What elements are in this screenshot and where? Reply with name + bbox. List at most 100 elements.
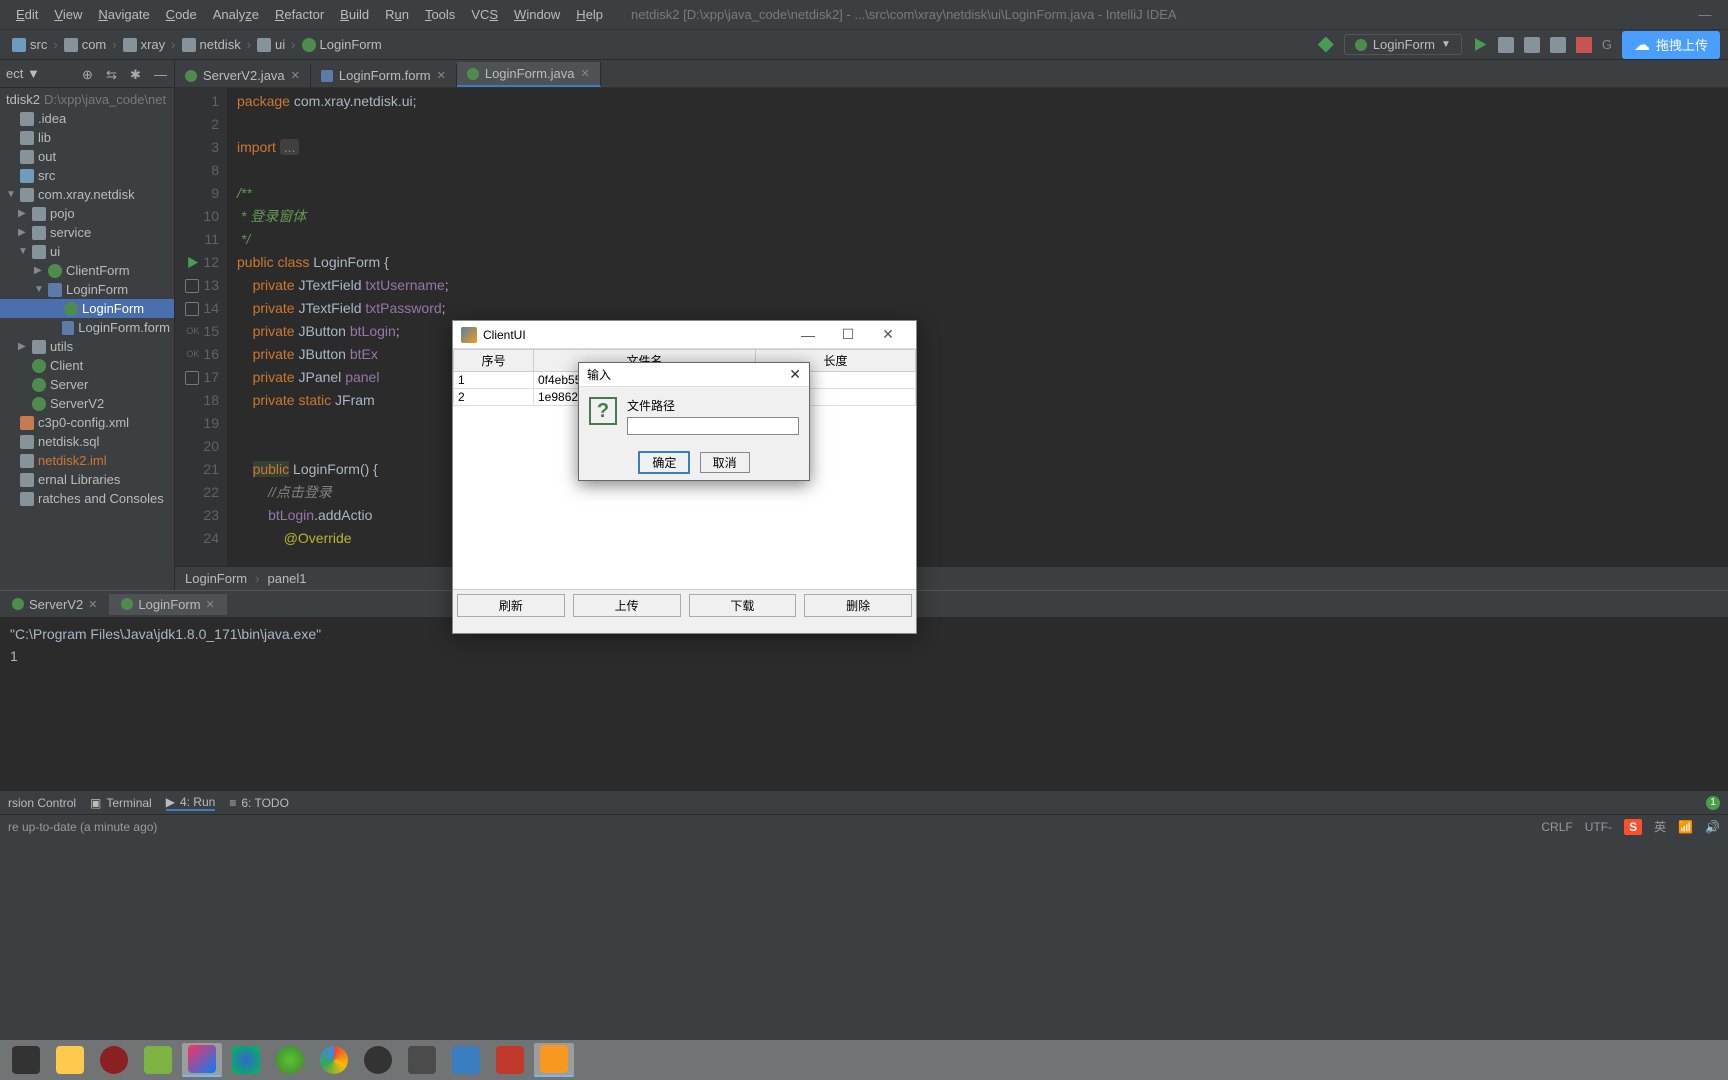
start-button[interactable]	[6, 1043, 46, 1077]
menu-analyze[interactable]: Analyze	[205, 3, 267, 26]
hide-icon[interactable]: —	[154, 67, 168, 81]
tree-item-com-xray-netdisk[interactable]: ▼com.xray.netdisk	[0, 185, 174, 204]
editor-tab-ServerV2-java[interactable]: ServerV2.java✕	[175, 64, 311, 87]
taskbar-xshell[interactable]	[490, 1043, 530, 1077]
ok-button[interactable]: 确定	[638, 451, 690, 474]
dialog-titlebar[interactable]: 输入 ✕	[579, 363, 809, 387]
project-label[interactable]: ect ▼	[6, 66, 40, 81]
file-encoding[interactable]: UTF-	[1585, 820, 1612, 834]
delete-button[interactable]: 删除	[804, 594, 912, 617]
menu-vcs[interactable]: VCS	[463, 3, 506, 26]
taskbar-app-3[interactable]	[138, 1043, 178, 1077]
menu-run[interactable]: Run	[377, 3, 417, 26]
run-button[interactable]	[1472, 37, 1488, 53]
taskbar-edge[interactable]	[226, 1043, 266, 1077]
debug-button[interactable]	[1498, 37, 1514, 53]
tree-item-client[interactable]: Client	[0, 356, 174, 375]
run-tab-LoginForm[interactable]: LoginForm✕	[109, 594, 226, 615]
menu-bar: Edit View Navigate Code Analyze Refactor…	[0, 0, 1728, 30]
minimize-button[interactable]: —	[788, 327, 828, 343]
bc-netdisk[interactable]: netdisk	[178, 35, 245, 54]
menu-code[interactable]: Code	[158, 3, 205, 26]
menu-refactor[interactable]: Refactor	[267, 3, 332, 26]
volume-icon[interactable]: 🔊	[1705, 820, 1720, 834]
line-separator[interactable]: CRLF	[1541, 820, 1572, 834]
run-config-label: LoginForm	[1373, 37, 1435, 52]
tree-item-ernal-libraries[interactable]: ernal Libraries	[0, 470, 174, 489]
editor-tab-LoginForm-java[interactable]: LoginForm.java✕	[457, 62, 601, 87]
taskbar-sublime[interactable]	[402, 1043, 442, 1077]
upload-button[interactable]: 上传	[573, 594, 681, 617]
bc-ui[interactable]: ui	[253, 35, 289, 54]
taskbar-app-8[interactable]	[446, 1043, 486, 1077]
menu-tools[interactable]: Tools	[417, 3, 463, 26]
tree-item-clientform[interactable]: ▶ClientForm	[0, 261, 174, 280]
taskbar-explorer[interactable]	[50, 1043, 90, 1077]
tree-item-ratches-and-consoles[interactable]: ratches and Consoles	[0, 489, 174, 508]
taskbar-app-2[interactable]	[94, 1043, 134, 1077]
client-ui-titlebar[interactable]: ClientUI — ☐ ✕	[453, 321, 916, 349]
editor-breadcrumb[interactable]: LoginForm › panel1	[175, 566, 1728, 590]
menu-navigate[interactable]: Navigate	[90, 3, 157, 26]
cancel-button[interactable]: 取消	[700, 452, 750, 473]
taskbar-app-5[interactable]	[270, 1043, 310, 1077]
bc-src[interactable]: src	[8, 35, 51, 54]
tree-item-loginform-form[interactable]: LoginForm.form	[0, 318, 174, 337]
menu-build[interactable]: Build	[332, 3, 377, 26]
stop-button[interactable]	[1576, 37, 1592, 53]
drag-upload-button[interactable]: ☁ 拖拽上传	[1622, 31, 1720, 59]
menu-help[interactable]: Help	[568, 3, 611, 26]
bc-xray[interactable]: xray	[119, 35, 170, 54]
taskbar-qq[interactable]	[358, 1043, 398, 1077]
col-index[interactable]: 序号	[454, 350, 534, 372]
tree-item-netdisk-sql[interactable]: netdisk.sql	[0, 432, 174, 451]
terminal-tool[interactable]: ▣ Terminal	[90, 796, 152, 810]
editor-gutter[interactable]: 123891011121314OK15OK161718192021222324	[175, 88, 227, 566]
tree-item-loginform[interactable]: LoginForm	[0, 299, 174, 318]
collapse-icon[interactable]: ⇆	[106, 67, 120, 81]
run-tab-ServerV2[interactable]: ServerV2✕	[0, 594, 109, 615]
file-path-input[interactable]	[627, 417, 799, 435]
menu-edit[interactable]: Edit	[8, 3, 46, 26]
tree-item-lib[interactable]: lib	[0, 128, 174, 147]
project-tree[interactable]: tdisk2 D:\xpp\java_code\net.idealiboutsr…	[0, 88, 174, 510]
profiler-button[interactable]	[1550, 37, 1566, 53]
build-icon[interactable]	[1318, 37, 1334, 53]
tree-item-service[interactable]: ▶service	[0, 223, 174, 242]
menu-window[interactable]: Window	[506, 3, 568, 26]
todo-tool[interactable]: ≡ 6: TODO	[229, 796, 289, 810]
close-button[interactable]: ✕	[868, 326, 908, 343]
tree-item-ui[interactable]: ▼ui	[0, 242, 174, 261]
run-tool[interactable]: ▶ 4: Run	[166, 795, 216, 811]
tree-item-serverv2[interactable]: ServerV2	[0, 394, 174, 413]
coverage-button[interactable]	[1524, 37, 1540, 53]
minimize-button[interactable]: —	[1690, 7, 1720, 22]
ime-lang: 英	[1654, 818, 1666, 835]
tree-item-src[interactable]: src	[0, 166, 174, 185]
locate-icon[interactable]: ⊕	[82, 67, 96, 81]
taskbar-java[interactable]	[534, 1043, 574, 1077]
tree-item-c3p0-config-xml[interactable]: c3p0-config.xml	[0, 413, 174, 432]
event-log-badge[interactable]: 1	[1706, 796, 1720, 810]
version-control-tool[interactable]: rsion Control	[8, 796, 76, 810]
tree-item-out[interactable]: out	[0, 147, 174, 166]
run-configuration-selector[interactable]: LoginForm ▼	[1344, 34, 1462, 55]
tree-item-utils[interactable]: ▶utils	[0, 337, 174, 356]
maximize-button[interactable]: ☐	[828, 326, 868, 343]
tree-item-loginform[interactable]: ▼LoginForm	[0, 280, 174, 299]
taskbar-chrome[interactable]	[314, 1043, 354, 1077]
settings-icon[interactable]: ✱	[130, 67, 144, 81]
tree-item-netdisk2-iml[interactable]: netdisk2.iml	[0, 451, 174, 470]
menu-view[interactable]: View	[46, 3, 90, 26]
download-button[interactable]: 下载	[689, 594, 797, 617]
tree-item--idea[interactable]: .idea	[0, 109, 174, 128]
bc-class[interactable]: LoginForm	[298, 35, 386, 54]
bc-com[interactable]: com	[60, 35, 111, 54]
taskbar-intellij[interactable]	[182, 1043, 222, 1077]
tree-item-server[interactable]: Server	[0, 375, 174, 394]
editor-tab-LoginForm-form[interactable]: LoginForm.form✕	[311, 64, 457, 87]
ime-indicator[interactable]: S	[1624, 819, 1642, 835]
dialog-close-button[interactable]: ✕	[789, 366, 801, 383]
refresh-button[interactable]: 刷新	[457, 594, 565, 617]
tree-item-pojo[interactable]: ▶pojo	[0, 204, 174, 223]
